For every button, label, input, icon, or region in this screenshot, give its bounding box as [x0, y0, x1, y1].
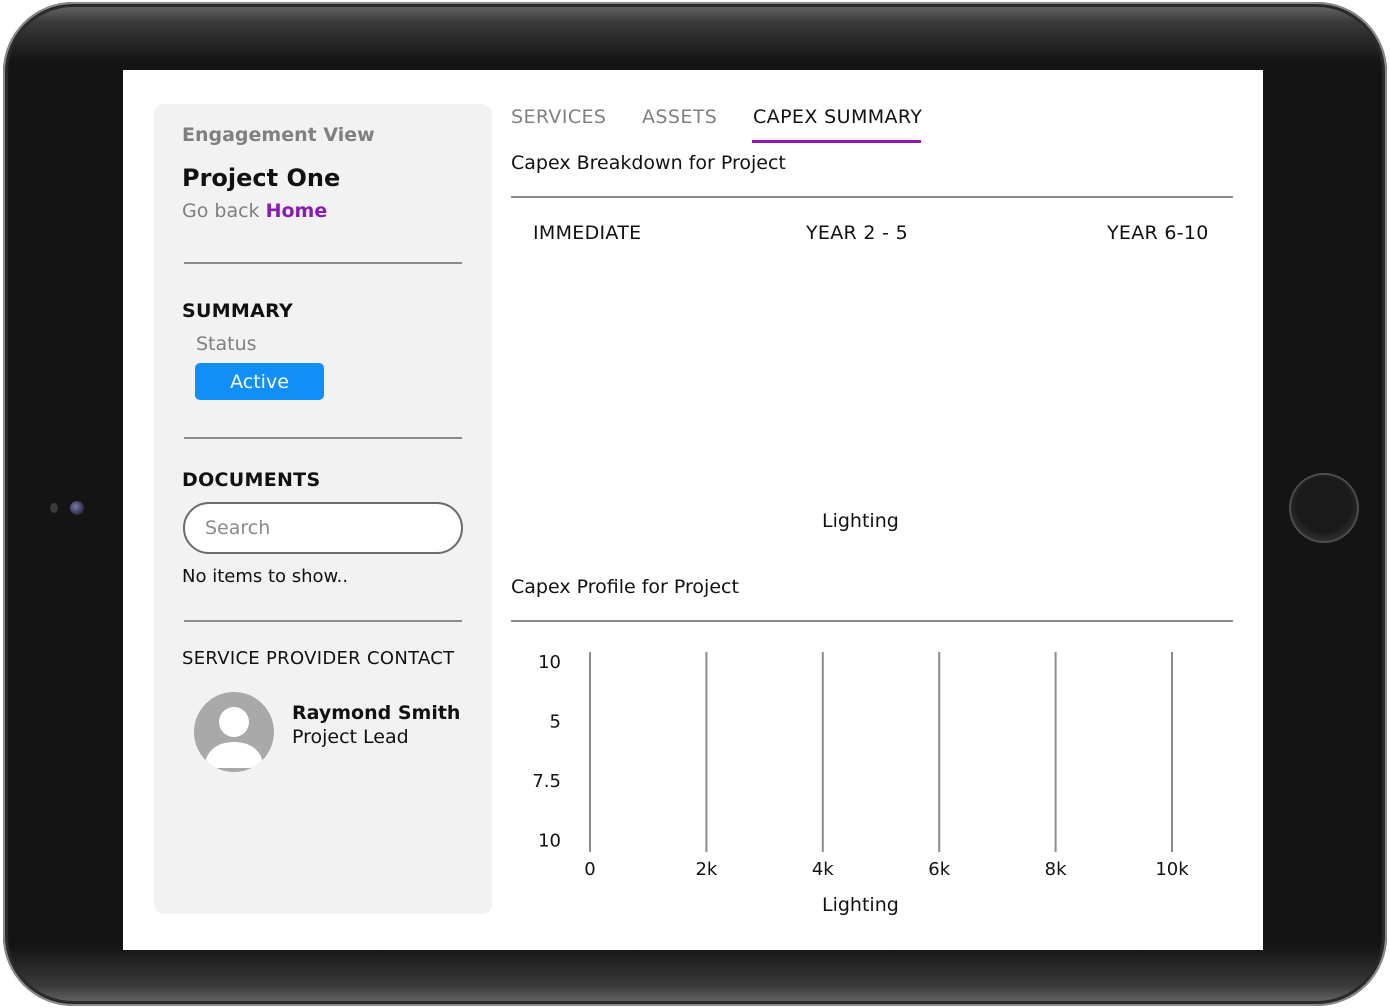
active-tab-indicator	[752, 140, 921, 143]
home-button[interactable]	[1291, 475, 1357, 541]
project-title: Project One	[182, 164, 341, 192]
empty-documents-message: No items to show..	[182, 566, 349, 587]
x-tick-label: 10k	[1155, 859, 1189, 880]
sidebar-divider	[184, 262, 462, 264]
summary-heading: SUMMARY	[182, 300, 294, 322]
sidebar-divider	[184, 437, 462, 439]
status-active-button[interactable]: Active	[195, 363, 324, 400]
search-input[interactable]	[205, 517, 441, 539]
breakdown-divider	[511, 196, 1233, 198]
home-link[interactable]: Home	[266, 200, 328, 222]
x-tick-label: 8k	[1045, 859, 1067, 880]
y-category-label: 5	[550, 712, 561, 733]
x-tick-label: 2k	[695, 859, 717, 880]
profile-divider	[511, 620, 1233, 622]
y-category-label: 7.5	[532, 771, 561, 792]
chart-x-axis-label: Lighting	[822, 894, 899, 916]
app-screen: Engagement View Project One Go back Home…	[123, 70, 1263, 950]
tab-capex-summary[interactable]: CAPEX SUMMARY	[753, 106, 922, 128]
x-tick-label: 6k	[928, 859, 950, 880]
camera-lens	[70, 501, 84, 515]
profile-title: Capex Profile for Project	[511, 576, 739, 598]
contact-role: Project Lead	[292, 726, 409, 748]
engagement-view-label: Engagement View	[182, 124, 375, 146]
sidebar-divider	[184, 620, 462, 622]
sidebar: Engagement View Project One Go back Home…	[154, 104, 492, 914]
tab-services[interactable]: SERVICES	[511, 106, 606, 128]
period-immediate: IMMEDIATE	[533, 222, 642, 244]
breakdown-category-label: Lighting	[822, 510, 899, 532]
period-year-2-5: YEAR 2 - 5	[806, 222, 908, 244]
status-label: Status	[196, 333, 257, 355]
camera-sensor	[50, 503, 58, 513]
breakdown-title: Capex Breakdown for Project	[511, 152, 786, 174]
capex-profile-chart: 0 2k 4k 6k 8k 10k 10 5 7.5 10 Lighting	[511, 640, 1251, 930]
person-icon	[204, 707, 264, 768]
y-category-label: 10	[538, 652, 561, 673]
documents-heading: DOCUMENTS	[182, 469, 321, 491]
go-back-text: Go back	[182, 200, 260, 222]
y-category-label: 10	[538, 831, 561, 852]
documents-search[interactable]	[183, 502, 463, 554]
contact-heading: SERVICE PROVIDER CONTACT	[182, 648, 455, 669]
tab-assets[interactable]: ASSETS	[642, 106, 717, 128]
period-year-6-10: YEAR 6-10	[1107, 222, 1209, 244]
contact-name: Raymond Smith	[292, 702, 461, 724]
go-back-line: Go back Home	[182, 200, 327, 222]
avatar	[194, 692, 274, 772]
profile-chart-svg: 0 2k 4k 6k 8k 10k 10 5 7.5 10	[532, 652, 1189, 880]
x-tick-label: 4k	[812, 859, 834, 880]
x-tick-label: 0	[584, 859, 595, 880]
